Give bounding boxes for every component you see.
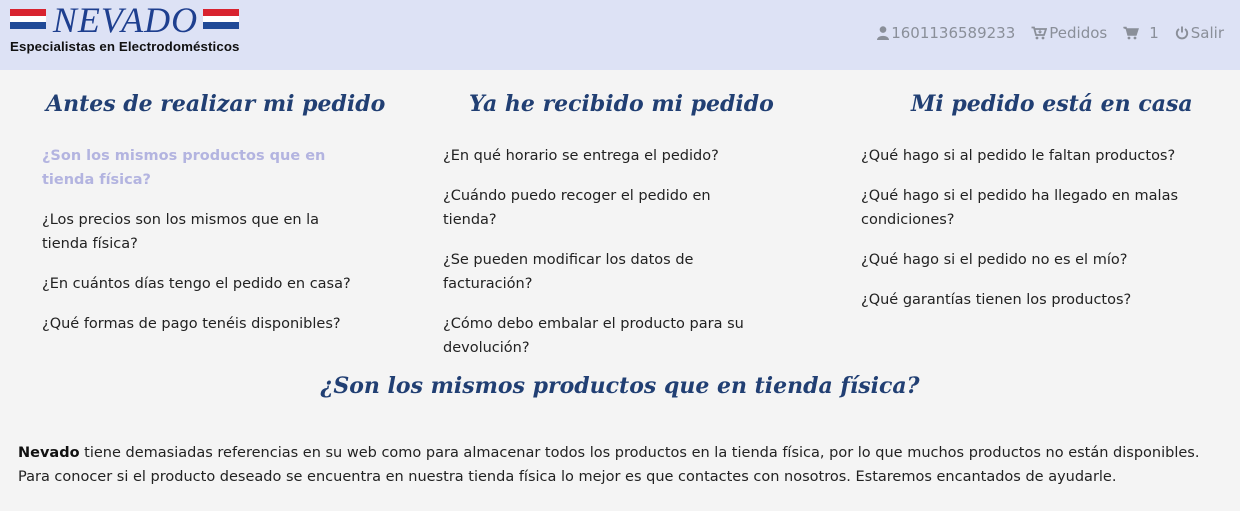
question-link[interactable]: ¿Qué garantías tienen los productos? [861,288,1201,312]
user-icon [877,26,891,40]
orders-link[interactable]: Pedidos [1031,24,1107,42]
answer-body-text: tiene demasiadas referencias en su web c… [18,445,1200,485]
question-link[interactable]: ¿Cuándo puedo recoger el pedido en tiend… [443,184,763,232]
answer-text: Nevado tiene demasiadas referencias en s… [18,441,1230,489]
question-link[interactable]: ¿Son los mismos productos que en tienda … [42,144,362,192]
header: NEVADO Especialistas en Electrodoméstico… [0,0,1240,70]
logo-wordmark: NEVADO [52,0,199,40]
answer-title: ¿Son los mismos productos que en tienda … [320,373,920,399]
faq-column-received: Ya he recibido mi pedido ¿En qué horario… [443,86,774,376]
nevado-logo[interactable]: NEVADO Especialistas en Electrodoméstico… [10,2,242,58]
logo-tagline: Especialistas en Electrodomésticos [10,39,240,54]
logout-link[interactable]: Salir [1175,24,1224,42]
cart-count: 1 [1149,24,1159,42]
faq-column-at-home: Mi pedido está en casa ¿Qué hago si al p… [861,86,1201,328]
column-title: Antes de realizar mi pedido [46,91,386,117]
cart-link[interactable]: 1 [1123,24,1159,42]
cart-arrow-icon [1031,26,1049,40]
orders-label: Pedidos [1049,24,1108,42]
question-link[interactable]: ¿Qué hago si el pedido ha llegado en mal… [861,184,1201,232]
column-title: Ya he recibido mi pedido [469,91,774,117]
user-id-label: 1601136589233 [891,24,1016,42]
answer-brand: Nevado [18,445,80,461]
question-link[interactable]: ¿Qué hago si al pedido le faltan product… [861,144,1201,168]
question-link[interactable]: ¿Cómo debo embalar el producto para su d… [443,312,763,360]
user-link[interactable]: 1601136589233 [877,24,1015,42]
flag-icon [10,9,46,29]
flag-icon [203,9,239,29]
question-link[interactable]: ¿Se pueden modificar los datos de factur… [443,248,763,296]
question-link[interactable]: ¿Qué formas de pago tenéis disponibles? [42,312,362,336]
question-list: ¿Son los mismos productos que en tienda … [42,144,362,336]
question-link[interactable]: ¿En qué horario se entrega el pedido? [443,144,763,168]
question-link[interactable]: ¿Qué hago si el pedido no es el mío? [861,248,1201,272]
question-link[interactable]: ¿En cuántos días tengo el pedido en casa… [42,272,362,296]
question-link[interactable]: ¿Los precios son los mismos que en la ti… [42,208,362,256]
question-list: ¿En qué horario se entrega el pedido? ¿C… [443,144,763,360]
top-nav: 1601136589233 Pedidos 1 Salir [861,22,1224,44]
question-list: ¿Qué hago si al pedido le faltan product… [861,144,1201,312]
cart-icon [1123,26,1141,40]
power-icon [1175,26,1191,40]
logout-label: Salir [1190,24,1224,42]
column-title: Mi pedido está en casa [911,91,1193,117]
faq-column-before-order: Antes de realizar mi pedido ¿Son los mis… [42,86,386,352]
